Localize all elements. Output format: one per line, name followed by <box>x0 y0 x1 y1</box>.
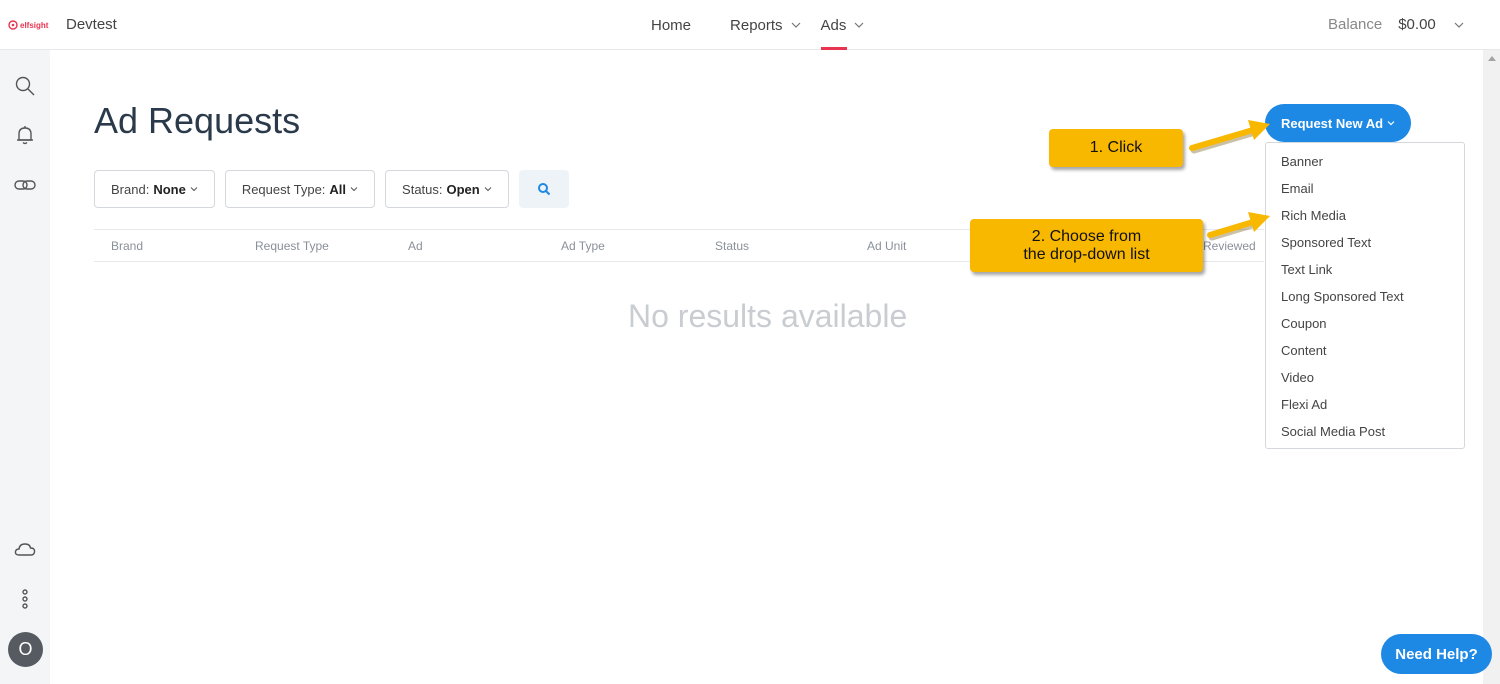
search-button[interactable] <box>518 170 569 208</box>
request-type-filter-value: All <box>329 181 347 197</box>
link-icon[interactable] <box>13 173 37 197</box>
column-header-ad-unit[interactable]: Ad Unit <box>867 239 906 253</box>
dropdown-item-long-sponsored-text[interactable]: Long Sponsored Text <box>1266 283 1464 310</box>
avatar[interactable]: O <box>8 632 43 667</box>
dropdown-item-text-link[interactable]: Text Link <box>1266 256 1464 283</box>
brand-filter-label: Brand: <box>111 181 150 197</box>
status-filter-value: Open <box>446 181 480 197</box>
column-header-reviewed[interactable]: Reviewed <box>1203 239 1256 253</box>
logo-text: elfsight <box>20 20 49 30</box>
chevron-down-icon <box>350 187 358 192</box>
callout-step-1-text: 1. Click <box>1089 139 1143 156</box>
request-type-filter-label: Request Type: <box>241 181 326 197</box>
arrow-icon-step-1 <box>1189 120 1270 154</box>
dropdown-item-flexi-ad[interactable]: Flexi Ad <box>1266 391 1464 418</box>
nav-home[interactable]: Home <box>651 0 691 50</box>
dropdown-item-email[interactable]: Email <box>1266 175 1464 202</box>
brand-filter[interactable]: Brand: None <box>94 170 215 208</box>
request-new-ad-label: Request New Ad <box>1280 115 1384 131</box>
nav-ads[interactable]: Ads <box>820 0 865 50</box>
left-sidebar: O <box>0 50 50 684</box>
dropdown-item-video[interactable]: Video <box>1266 364 1464 391</box>
dropdown-item-rich-media[interactable]: Rich Media <box>1266 202 1464 229</box>
request-type-filter[interactable]: Request Type: All <box>224 170 376 208</box>
dropdown-item-content[interactable]: Content <box>1266 337 1464 364</box>
callout-step-2-line-1: 2. Choose from <box>1031 227 1142 245</box>
dropdown-item-sponsored-text[interactable]: Sponsored Text <box>1266 229 1464 256</box>
balance-amount: $0.00 <box>1398 16 1436 33</box>
scroll-up-arrow-icon[interactable] <box>1488 56 1496 61</box>
column-header-request-type[interactable]: Request Type <box>255 239 329 253</box>
balance-label: Balance <box>1328 16 1383 33</box>
callout-step-1: 1. Click <box>1049 129 1183 167</box>
bell-icon[interactable] <box>13 123 37 147</box>
chevron-down-icon <box>484 187 492 192</box>
chevron-down-icon <box>854 22 864 28</box>
top-navbar: elfsight Devtest Home Reports Ads Balanc… <box>0 0 1500 50</box>
callout-step-2-line-2: the drop-down list <box>1023 245 1150 263</box>
filter-bar: Brand: None Request Type: All Status: Op… <box>94 170 569 208</box>
dropdown-item-banner[interactable]: Banner <box>1266 148 1464 175</box>
dropdown-item-social-media-post[interactable]: Social Media Post <box>1266 418 1464 445</box>
column-header-ad-type[interactable]: Ad Type <box>561 239 605 253</box>
chevron-down-icon <box>190 187 198 192</box>
chevron-down-icon <box>1387 121 1395 126</box>
app-name: Devtest <box>66 16 117 33</box>
column-header-brand[interactable]: Brand <box>111 239 143 253</box>
cloud-icon[interactable] <box>13 537 37 561</box>
nav-reports[interactable]: Reports <box>730 0 801 50</box>
search-icon <box>537 183 550 196</box>
callout-step-2: 2. Choose from the drop-down list <box>970 219 1203 272</box>
nav-ads-label: Ads <box>820 16 847 34</box>
empty-state-text: No results available <box>628 298 908 334</box>
balance-menu[interactable]: Balance $0.00 <box>1328 16 1464 33</box>
more-vertical-icon[interactable] <box>13 587 37 611</box>
status-filter[interactable]: Status: Open <box>385 170 509 208</box>
request-new-ad-button[interactable]: Request New Ad <box>1265 104 1411 142</box>
page-title: Ad Requests <box>94 100 301 141</box>
brand-logo[interactable]: elfsight <box>8 18 48 32</box>
need-help-button[interactable]: Need Help? <box>1381 634 1492 674</box>
search-icon[interactable] <box>13 74 37 98</box>
logo-icon <box>8 20 18 30</box>
chevron-down-icon <box>791 22 800 28</box>
ad-type-dropdown: Banner Email Rich Media Sponsored Text T… <box>1265 142 1465 449</box>
dropdown-item-coupon[interactable]: Coupon <box>1266 310 1464 337</box>
status-filter-label: Status: <box>402 181 443 197</box>
main-nav: Home Reports Ads <box>651 0 864 50</box>
column-header-status[interactable]: Status <box>715 239 749 253</box>
nav-home-label: Home <box>651 16 692 34</box>
chevron-down-icon <box>1454 22 1464 28</box>
scrollbar[interactable] <box>1483 50 1500 684</box>
nav-reports-label: Reports <box>730 16 783 34</box>
column-header-ad[interactable]: Ad <box>408 239 423 253</box>
brand-filter-value: None <box>153 181 186 197</box>
